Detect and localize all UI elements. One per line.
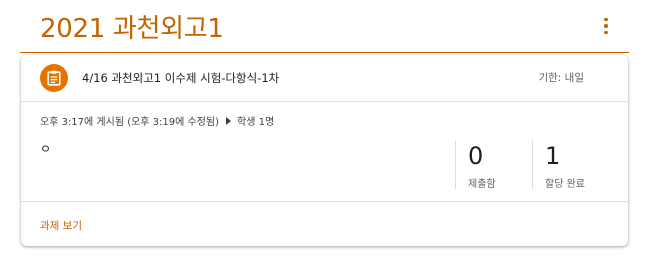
title-divider [20, 52, 629, 53]
due-date: 기한: 내일 [538, 72, 584, 84]
stat-divider [532, 141, 533, 189]
students-count[interactable]: 학생 1명 [237, 113, 274, 128]
assignment-header[interactable]: 4/16 과천외고1 이수제 시험-다항식-1차 기한: 내일 [21, 55, 628, 102]
assigned-label: 할당 완료 [545, 179, 585, 190]
assignment-icon [40, 64, 68, 92]
assigned-count[interactable]: 1 [545, 142, 560, 170]
class-title: 2021 과천외고1 [40, 14, 224, 44]
assignment-title: 4/16 과천외고1 이수제 시험-다항식-1차 [82, 71, 280, 85]
assignment-meta: 오후 3:17에 게시됨 (오후 3:19에 수정됨) 학생 1명 [40, 113, 274, 128]
more-vert-icon[interactable] [597, 16, 615, 36]
view-assignment-link[interactable]: 과제 보기 [40, 218, 82, 233]
assignment-body: ㅇ [40, 142, 52, 156]
turned-in-count[interactable]: 0 [468, 142, 483, 170]
turned-in-label: 제출함 [468, 179, 496, 190]
posted-time: 오후 3:17에 게시됨 (오후 3:19에 수정됨) [40, 117, 220, 128]
stat-divider [455, 141, 456, 189]
arrow-right-icon[interactable] [226, 116, 232, 125]
classroom-page: 2021 과천외고1 4/16 과천외고1 이수제 시험-다항식-1차 기한: … [0, 0, 656, 279]
card-footer: 과제 보기 [21, 201, 628, 247]
assignment-card: 4/16 과천외고1 이수제 시험-다항식-1차 기한: 내일 오후 3:17에… [21, 55, 628, 246]
